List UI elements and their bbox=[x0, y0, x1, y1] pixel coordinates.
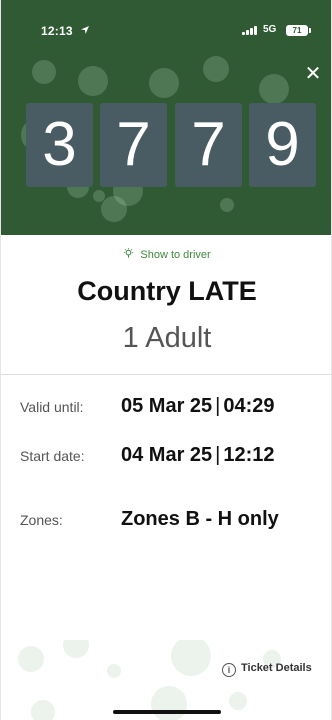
code-digit: 7 bbox=[100, 103, 167, 187]
zones-value: Zones B - H only bbox=[121, 508, 279, 530]
ticket-code: 3 7 7 9 bbox=[26, 103, 326, 187]
valid-until-label: Valid until: bbox=[20, 399, 84, 415]
battery-icon: 71 bbox=[286, 25, 311, 36]
decor-bubble bbox=[18, 646, 44, 672]
decor-bubble bbox=[32, 60, 56, 84]
valid-until-date: 05 Mar 25 bbox=[121, 395, 213, 417]
code-digit: 7 bbox=[175, 103, 242, 187]
zones-label: Zones: bbox=[20, 512, 63, 528]
decor-bubble bbox=[229, 692, 247, 710]
close-button[interactable]: ✕ bbox=[301, 62, 325, 86]
status-bar: 12:13 5G 71 bbox=[1, 0, 331, 46]
decor-bubble bbox=[63, 640, 89, 658]
divider bbox=[1, 374, 331, 375]
network-type: 5G bbox=[263, 24, 277, 35]
ticket-details-link[interactable]: i Ticket Details bbox=[222, 662, 312, 680]
code-digit: 9 bbox=[249, 103, 316, 187]
passenger-count: 1 Adult bbox=[122, 322, 212, 354]
decor-bubble bbox=[203, 56, 229, 82]
ticket-code-panel: 12:13 5G 71 ✕ 3 7 7 9 bbox=[1, 0, 331, 235]
start-date-date: 04 Mar 25 bbox=[121, 444, 213, 466]
decor-bubble bbox=[107, 664, 121, 678]
value-separator: | bbox=[215, 395, 221, 417]
decor-bubble bbox=[171, 640, 211, 676]
value-separator: | bbox=[215, 444, 221, 466]
home-indicator[interactable] bbox=[113, 710, 221, 714]
start-date-label: Start date: bbox=[20, 448, 85, 464]
lightbulb-icon bbox=[124, 248, 134, 258]
ticket-details-label: Ticket Details bbox=[241, 662, 312, 674]
ticket-screen: 12:13 5G 71 ✕ 3 7 7 9 Show to driver Cou… bbox=[0, 0, 332, 720]
status-time: 12:13 bbox=[41, 24, 73, 38]
decor-bubble bbox=[78, 66, 108, 96]
footer-decoration bbox=[1, 640, 331, 720]
decor-bubble bbox=[220, 198, 234, 212]
ticket-type-title: Country LATE bbox=[77, 276, 257, 306]
decor-bubble bbox=[31, 700, 55, 720]
decor-bubble bbox=[149, 68, 179, 98]
close-icon: ✕ bbox=[304, 63, 322, 85]
info-icon: i bbox=[222, 663, 236, 677]
show-to-driver-hint: Show to driver bbox=[1, 248, 331, 261]
start-date-value: 04 Mar 25 | 12:12 bbox=[121, 444, 275, 467]
decor-bubble bbox=[259, 74, 289, 104]
start-date-time: 12:12 bbox=[223, 444, 275, 466]
location-arrow-icon bbox=[81, 26, 89, 34]
cellular-signal-icon bbox=[242, 26, 259, 35]
code-digit: 3 bbox=[26, 103, 93, 187]
show-to-driver-label: Show to driver bbox=[140, 249, 211, 261]
decor-bubble bbox=[151, 686, 187, 720]
valid-until-time: 04:29 bbox=[223, 395, 275, 417]
valid-until-value: 05 Mar 25 | 04:29 bbox=[121, 395, 275, 418]
